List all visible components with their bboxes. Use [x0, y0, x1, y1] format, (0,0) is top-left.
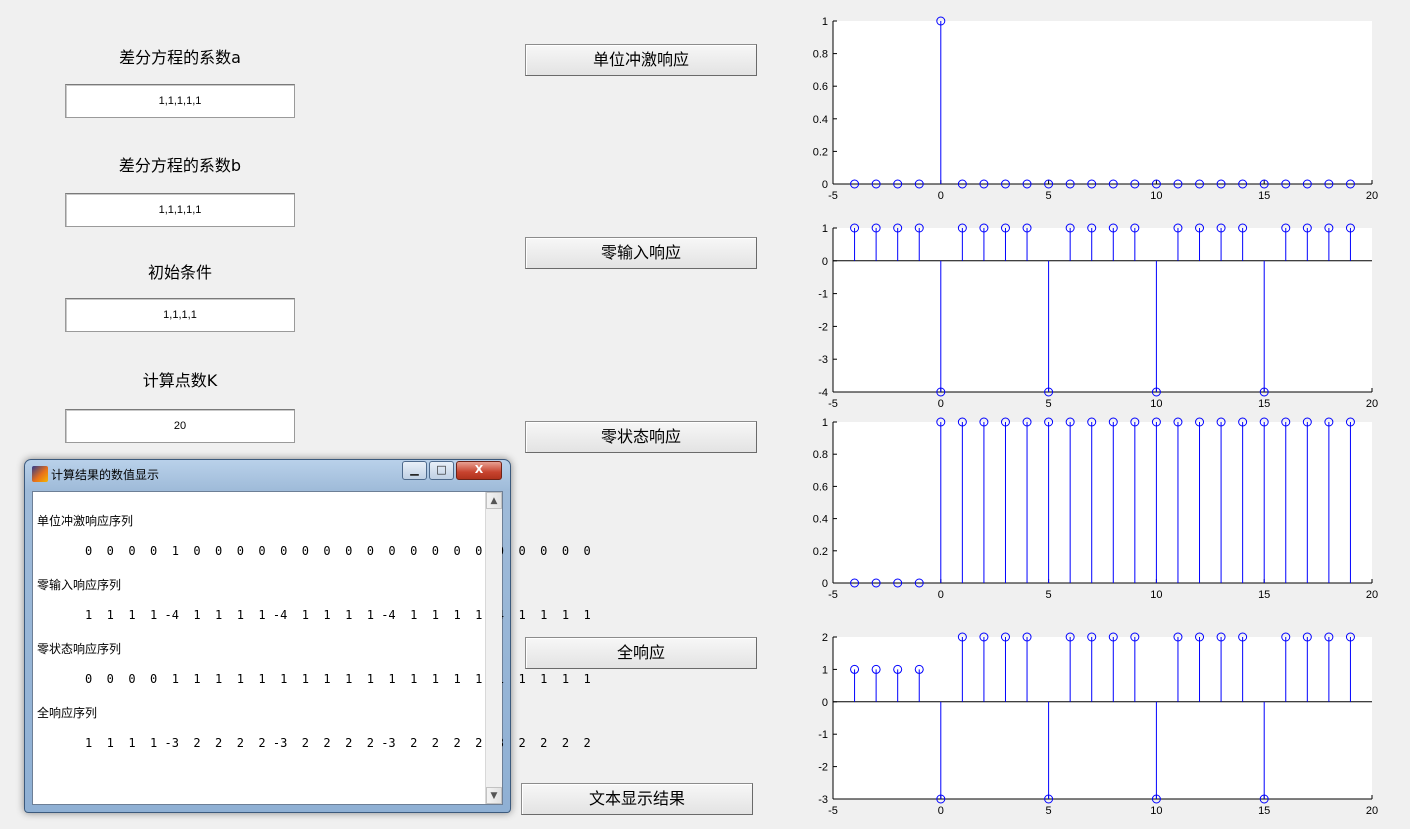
x-tick-label: 5 — [1046, 398, 1052, 410]
x-tick-label: 20 — [1366, 398, 1378, 410]
y-tick-label: 0.6 — [813, 481, 828, 493]
stem-plot-4: -3 -2 -1 0 1 2 -5 0 5 10 15 20 — [818, 632, 1378, 817]
close-button[interactable]: X — [456, 461, 502, 480]
scroll-up-arrow-icon[interactable]: ▲ — [486, 492, 502, 509]
results-text-area[interactable]: 单位冲激响应序列 0 0 0 0 1 0 0 0 0 0 0 0 0 0 0 0… — [32, 491, 591, 805]
y-tick-label: 0.8 — [813, 49, 828, 61]
stem-plot-1: 00.20.40.60.81-5 0 5 10 15 20 — [813, 16, 1378, 202]
results-window-title: 计算结果的数值显示 — [51, 468, 160, 482]
y-tick-label: -3 — [818, 794, 828, 806]
stem-plot-3: 00.20.40.60.81-5 0 5 10 15 20 — [813, 417, 1378, 601]
x-tick-label: 0 — [938, 805, 944, 817]
results-window[interactable]: 计算结果的数值显示 ▁ □ X 单位冲激响应序列 0 0 0 0 1 0 0 0… — [24, 459, 591, 813]
y-tick-label: -2 — [818, 762, 828, 774]
y-tick-label: 0.8 — [813, 449, 828, 461]
y-tick-label: -4 — [818, 387, 828, 399]
minimize-button[interactable]: ▁ — [402, 461, 427, 480]
axes-background — [833, 422, 1372, 583]
x-tick-label: 15 — [1258, 190, 1270, 202]
full-sequence-values: 1 1 1 1 -3 2 2 2 2 -3 2 2 2 2 -3 2 2 2 2… — [85, 736, 591, 750]
x-tick-label: -5 — [828, 190, 838, 202]
stem-plot-2: -4 -3 -2 -1 0 1 -5 0 5 10 15 20 — [818, 223, 1378, 410]
y-tick-label: -1 — [818, 289, 828, 301]
y-tick-label: -2 — [818, 321, 828, 333]
vertical-scrollbar[interactable]: ▲ ▼ — [485, 492, 502, 804]
x-tick-label: 10 — [1150, 398, 1162, 410]
y-tick-label: 2 — [822, 632, 828, 644]
y-tick-label: 0 — [822, 697, 828, 709]
y-tick-label: -3 — [818, 354, 828, 366]
y-tick-label: 1 — [822, 417, 828, 429]
impulse-sequence-values: 0 0 0 0 1 0 0 0 0 0 0 0 0 0 0 0 0 0 0 0 … — [85, 544, 591, 558]
y-tick-label: 1 — [822, 16, 828, 28]
impulse-sequence-heading: 单位冲激响应序列 — [37, 514, 134, 528]
zero-state-sequence-values: 0 0 0 0 1 1 1 1 1 1 1 1 1 1 1 1 1 1 1 1 … — [85, 672, 591, 686]
x-tick-label: 5 — [1046, 589, 1052, 601]
axes-background — [833, 228, 1372, 392]
x-tick-label: 20 — [1366, 805, 1378, 817]
y-tick-label: 0.4 — [813, 114, 828, 126]
y-tick-label: 0.2 — [813, 546, 828, 558]
x-tick-label: 15 — [1258, 589, 1270, 601]
x-tick-label: 20 — [1366, 190, 1378, 202]
y-tick-label: 0.6 — [813, 81, 828, 93]
y-tick-label: 0 — [822, 578, 828, 590]
x-tick-label: -5 — [828, 398, 838, 410]
full-sequence-heading: 全响应序列 — [37, 706, 98, 720]
x-tick-label: 15 — [1258, 805, 1270, 817]
x-tick-label: 15 — [1258, 398, 1270, 410]
scroll-down-arrow-icon[interactable]: ▼ — [486, 787, 502, 804]
zero-state-sequence-heading: 零状态响应序列 — [37, 642, 122, 656]
x-tick-label: 10 — [1150, 190, 1162, 202]
x-tick-label: 0 — [938, 589, 944, 601]
x-tick-label: 0 — [938, 398, 944, 410]
y-tick-label: 0 — [822, 179, 828, 191]
y-tick-label: -1 — [818, 729, 828, 741]
x-tick-label: -5 — [828, 589, 838, 601]
x-tick-label: 10 — [1150, 805, 1162, 817]
axes-background — [833, 21, 1372, 184]
y-tick-label: 1 — [822, 223, 828, 235]
x-tick-label: 10 — [1150, 589, 1162, 601]
x-tick-label: 5 — [1046, 805, 1052, 817]
zero-input-sequence-values: 1 1 1 1 -4 1 1 1 1 -4 1 1 1 1 -4 1 1 1 1… — [85, 608, 591, 622]
x-tick-label: 20 — [1366, 589, 1378, 601]
x-tick-label: 0 — [938, 190, 944, 202]
axes-background — [833, 637, 1372, 799]
y-tick-label: 1 — [822, 664, 828, 676]
maximize-button[interactable]: □ — [429, 461, 454, 480]
matlab-icon — [32, 466, 48, 482]
x-tick-label: 5 — [1046, 190, 1052, 202]
y-tick-label: 0.4 — [813, 514, 828, 526]
x-tick-label: -5 — [828, 805, 838, 817]
zero-input-sequence-heading: 零输入响应序列 — [37, 578, 122, 592]
y-tick-label: 0.2 — [813, 146, 828, 158]
y-tick-label: 0 — [822, 256, 828, 268]
